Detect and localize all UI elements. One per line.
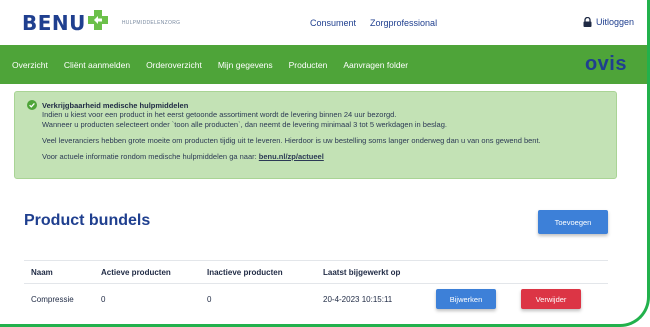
logout-label: Uitloggen: [595, 17, 634, 27]
nav-item-orderoverzicht[interactable]: Orderoverzicht: [146, 60, 202, 70]
logo-subtitle: HULPMIDDELENZORG: [121, 19, 181, 26]
delete-button[interactable]: Verwijder: [521, 289, 581, 309]
benu-cross-icon: [87, 9, 108, 30]
cell-updated: 20-4-2023 10:15:11: [323, 294, 393, 304]
top-bar: BENU HULPMIDDELENZORG Consument Zorgprof…: [0, 0, 650, 45]
ovis-logo: ovis: [584, 53, 627, 75]
logout-link[interactable]: Uitloggen: [583, 17, 634, 27]
check-circle-icon: [27, 100, 37, 110]
top-links: Consument Zorgprofessional: [310, 18, 437, 28]
nav-item-overzicht[interactable]: Overzicht: [12, 60, 48, 70]
alert-line-2: Wanneer u producten selecteert onder `to…: [42, 120, 447, 129]
availability-alert: Verkrijgbaarheid medische hulpmiddelen I…: [14, 91, 617, 179]
nav-item-client-aanmelden[interactable]: Cliënt aanmelden: [64, 60, 130, 70]
alert-line-4: Voor actuele informatie rondom medische …: [42, 152, 608, 162]
cell-active: 0: [101, 294, 106, 304]
column-header-bijgewerkt: Laatst bijgewerkt op: [323, 267, 401, 277]
cell-inactive: 0: [207, 294, 212, 304]
alert-line-1: Indien u kiest voor een product in het e…: [42, 110, 397, 119]
cell-delete: Verwijder: [521, 289, 601, 309]
logo-text: BENU: [22, 10, 86, 35]
column-header-inactieve: Inactieve producten: [207, 267, 283, 277]
alert-header: Verkrijgbaarheid medische hulpmiddelen: [27, 100, 608, 110]
table-header: Naam Actieve producten Inactieve product…: [24, 260, 608, 284]
alert-title: Verkrijgbaarheid medische hulpmiddelen: [42, 100, 189, 110]
add-bundle-button[interactable]: Toevoegen: [538, 210, 608, 234]
cell-edit: Bijwerken: [436, 289, 521, 309]
nav-item-producten[interactable]: Producten: [289, 60, 328, 70]
bundles-table: Naam Actieve producten Inactieve product…: [24, 260, 608, 314]
table-row: Compressie 0 0 20-4-2023 10:15:11 Bijwer…: [24, 284, 608, 314]
benu-logo[interactable]: BENU HULPMIDDELENZORG: [22, 9, 181, 35]
page-title: Product bundels: [24, 212, 151, 229]
edit-button[interactable]: Bijwerken: [436, 289, 496, 309]
alert-line-3: Veel leveranciers hebben grote moeite om…: [42, 136, 541, 145]
main-nav: Overzicht Cliënt aanmelden Orderoverzich…: [0, 45, 647, 84]
lock-icon: [583, 17, 592, 27]
actueel-link[interactable]: benu.nl/zp/actueel: [259, 152, 324, 161]
link-consument[interactable]: Consument: [310, 18, 356, 28]
link-zorgprofessional[interactable]: Zorgprofessional: [370, 18, 437, 28]
nav-item-aanvragen-folder[interactable]: Aanvragen folder: [343, 60, 408, 70]
nav-item-mijn-gegevens[interactable]: Mijn gegevens: [218, 60, 273, 70]
cell-name: Compressie: [31, 294, 74, 304]
column-header-actieve: Actieve producten: [101, 267, 171, 277]
column-header-naam: Naam: [31, 267, 53, 277]
alert-line-4-text: Voor actuele informatie rondom medische …: [42, 152, 259, 161]
